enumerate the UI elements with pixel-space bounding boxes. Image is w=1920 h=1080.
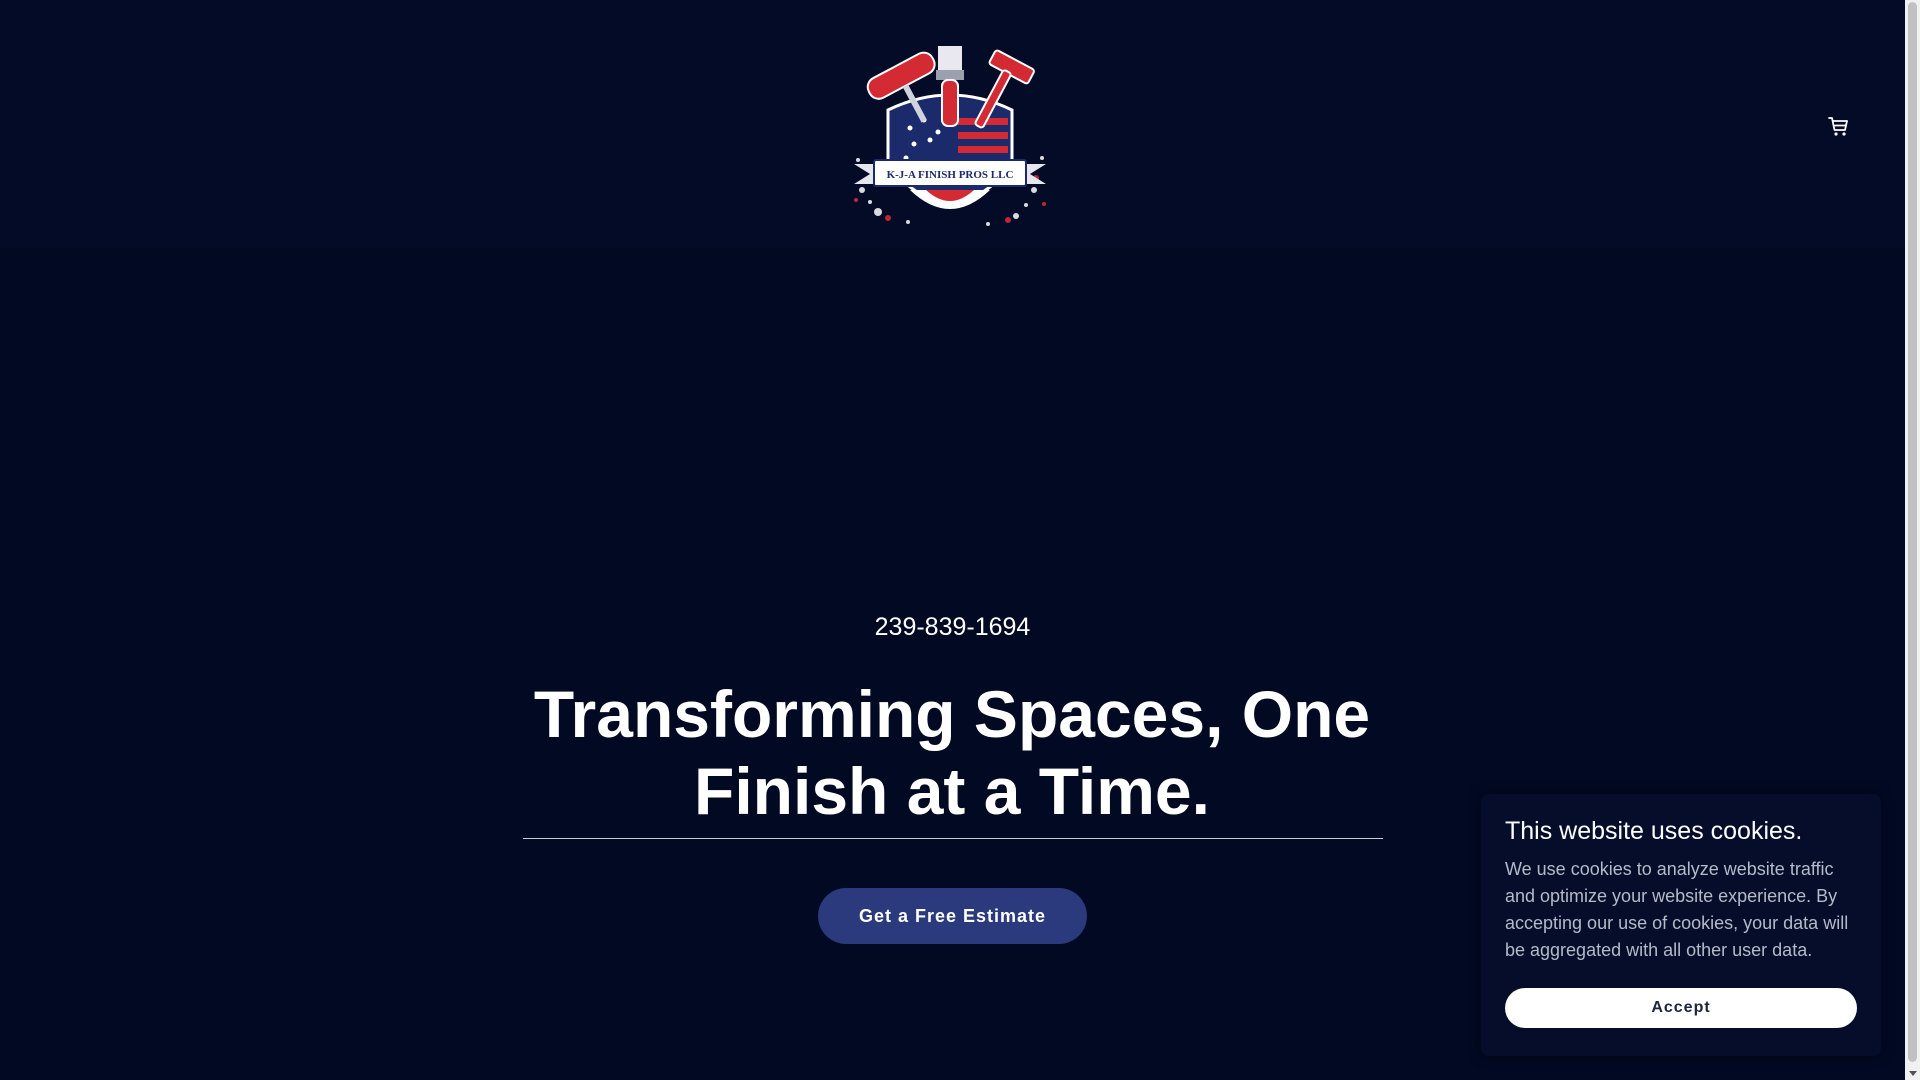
scrollbar-thumb[interactable] — [1908, 2, 1917, 1062]
cookie-title: This website uses cookies. — [1505, 817, 1803, 845]
phone-number[interactable]: 239-839-1694 — [0, 612, 1905, 642]
scroll-down-arrow-icon[interactable] — [1909, 1071, 1917, 1076]
cart-button[interactable] — [1822, 110, 1854, 142]
site-header: K-J-A FINISH PROS LLC — [0, 0, 1905, 248]
logo[interactable]: K-J-A FINISH PROS LLC — [848, 40, 1052, 230]
free-estimate-button[interactable]: Get a Free Estimate — [818, 888, 1087, 944]
cookie-text: We use cookies to analyze website traffi… — [1505, 859, 1849, 960]
headline-divider — [523, 838, 1383, 839]
page-scrollbar[interactable] — [1905, 0, 1920, 1080]
cookie-banner: This website uses cookies. We use cookie… — [1481, 794, 1881, 1056]
shopping-cart-icon — [1828, 117, 1848, 136]
logo-graphic: K-J-A FINISH PROS LLC — [854, 46, 1046, 226]
hero-headline: Transforming Spaces, One Finish at a Tim… — [533, 677, 1371, 828]
logo-wordmark: K-J-A FINISH PROS LLC — [887, 169, 1014, 181]
accept-cookies-button[interactable]: Accept — [1505, 988, 1857, 1028]
page: K-J-A FINISH PROS LLC 239-839-1694 Trans… — [0, 0, 1920, 1080]
